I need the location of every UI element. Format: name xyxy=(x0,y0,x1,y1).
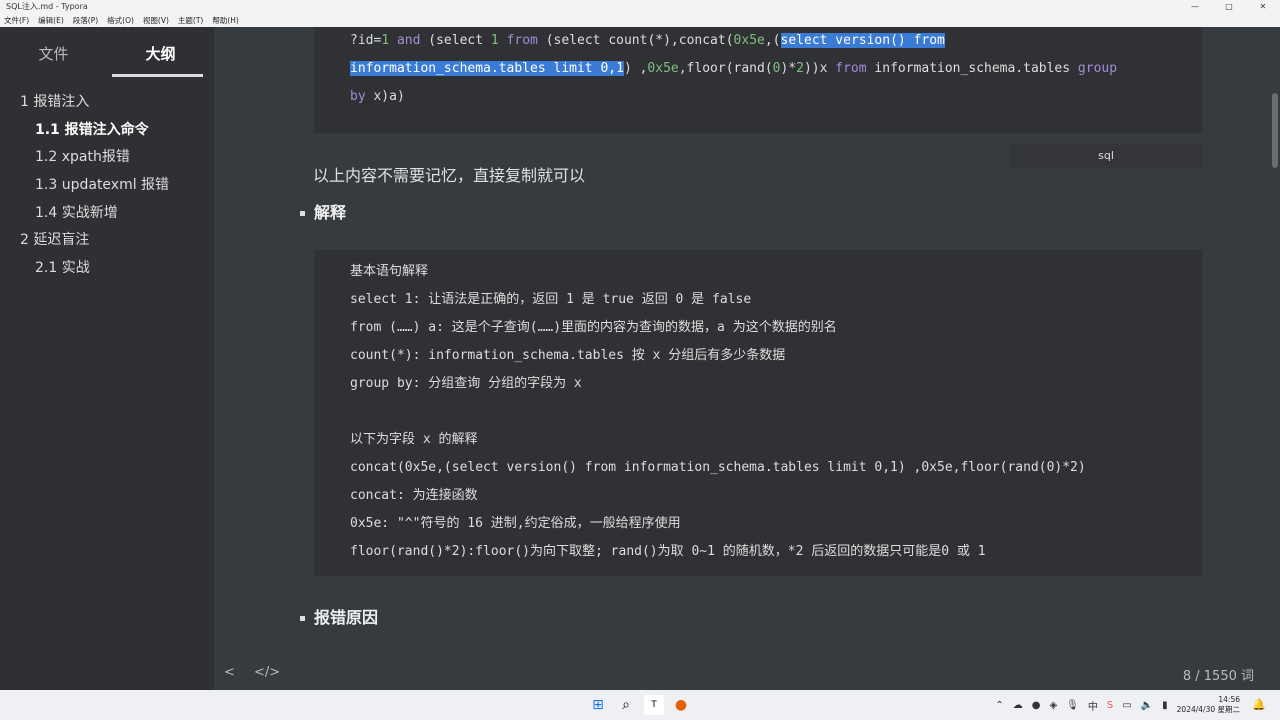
selected-text: information_schema.tables limit 0,1 xyxy=(350,61,624,76)
windows-start-icon[interactable]: ⊞ xyxy=(588,695,608,715)
code-token: information_schema.tables xyxy=(866,61,1078,76)
outline-item[interactable]: 1.4 实战新增 xyxy=(0,200,214,228)
word-count[interactable]: 8 / 1550 词 xyxy=(1183,665,1254,684)
menu-format[interactable]: 格式(O) xyxy=(107,15,134,26)
code-token: ,( xyxy=(764,33,781,48)
paragraph: 以上内容不需要记忆，直接复制就可以 xyxy=(313,166,586,185)
firefox-icon[interactable]: ● xyxy=(671,695,691,715)
code-token: 1 xyxy=(490,33,499,48)
code-line: ?id=1 and (select 1 from (select count(*… xyxy=(350,27,1202,55)
code-token: ))x xyxy=(803,61,836,76)
outline-item[interactable]: 2 延迟盲注 xyxy=(0,227,214,255)
code-block-explanation[interactable]: 基本语句解释 select 1: 让语法是正确的，返回 1 是 true 返回 0… xyxy=(314,250,1202,576)
code-line: 0x5e: "^"符号的 16 进制,约定俗成，一般给程序使用 xyxy=(350,516,681,531)
date: 2024/4/30 星期二 xyxy=(1176,705,1240,714)
outline-item[interactable]: 1.1 报错注入命令 xyxy=(0,117,214,145)
code-block-sql[interactable]: ?id=1 and (select 1 from (select count(*… xyxy=(314,27,1202,133)
heading-explanation: 解释 xyxy=(300,199,346,223)
outline-item[interactable]: 2.1 实战 xyxy=(0,255,214,283)
outline-item[interactable]: 1.2 xpath报错 xyxy=(0,144,214,172)
code-token: ,floor(rand( xyxy=(678,61,773,76)
input-method-icon[interactable]: 中 xyxy=(1088,698,1098,713)
system-tray: ⌃ ☁ ● ◈ 🎙 中 S ▭ 🔈 ▮ 14:56 2024/4/30 星期二 xyxy=(995,690,1240,720)
volume-icon[interactable]: 🔈 xyxy=(1141,700,1153,711)
code-token: group xyxy=(1077,61,1118,76)
menu-edit[interactable]: 编辑(E) xyxy=(38,15,64,26)
code-line: select 1: 让语法是正确的，返回 1 是 true 返回 0 是 fal… xyxy=(350,292,752,307)
code-token: 0x5e xyxy=(647,61,679,76)
code-line: group by: 分组查询 分组的字段为 x xyxy=(350,376,582,391)
code-language-label[interactable]: sql xyxy=(1010,144,1202,168)
code-token: from xyxy=(835,61,867,76)
code-line: concat: 为连接函数 xyxy=(350,488,478,503)
search-icon[interactable]: ⌕ xyxy=(616,695,636,715)
source-mode-button[interactable]: </> xyxy=(254,665,280,680)
sogou-icon[interactable]: S xyxy=(1107,700,1113,711)
code-line: 基本语句解释 xyxy=(350,264,429,279)
shield-icon[interactable]: ◈ xyxy=(1049,700,1057,711)
heading-error-reason: 报错原因 xyxy=(300,604,378,628)
menu-theme[interactable]: 主题(T) xyxy=(178,15,203,26)
chevron-up-icon[interactable]: ⌃ xyxy=(995,700,1003,711)
code-token: 2 xyxy=(796,61,804,76)
outline-item[interactable]: 1 报错注入 xyxy=(0,89,214,117)
menu-file[interactable]: 文件(F) xyxy=(4,15,29,26)
window-title: SQL注入.md - Typora xyxy=(6,2,88,11)
code-line: information_schema.tables limit 0,1) ,0x… xyxy=(350,55,1202,83)
title-bar: SQL注入.md - Typora — □ ✕ xyxy=(0,0,1280,13)
time: 14:56 xyxy=(1218,695,1240,704)
tab-files[interactable]: 文件 xyxy=(0,27,107,75)
code-token: from xyxy=(506,33,538,48)
battery-icon[interactable]: ▮ xyxy=(1162,700,1168,711)
code-token: 0x5e xyxy=(733,33,765,48)
cloud-icon[interactable]: ☁ xyxy=(1013,700,1023,711)
code-line: count(*): information_schema.tables 按 x … xyxy=(350,348,786,363)
taskbar: ⊞ ⌕ T ● ⌃ ☁ ● ◈ 🎙 中 S ▭ 🔈 ▮ 14:56 2024/4/… xyxy=(0,690,1280,720)
close-button[interactable]: ✕ xyxy=(1246,0,1280,13)
code-token: ) , xyxy=(623,61,648,76)
status-bar: < </> 8 / 1550 词 xyxy=(214,658,1280,690)
bullet-icon xyxy=(300,211,305,216)
maximize-button[interactable]: □ xyxy=(1212,0,1246,13)
microphone-icon[interactable]: 🎙 xyxy=(1066,700,1079,711)
code-token: x)a) xyxy=(365,89,405,104)
code-token: by xyxy=(350,89,366,104)
code-token: 1 xyxy=(381,33,390,48)
notification-bell-icon[interactable]: 🔔 xyxy=(1252,698,1266,711)
code-token: (select count(*),concat( xyxy=(537,33,734,48)
qq-icon[interactable]: ● xyxy=(1032,700,1041,711)
menu-paragraph[interactable]: 段落(P) xyxy=(73,15,98,26)
menu-bar: 文件(F) 编辑(E) 段落(P) 格式(O) 视图(V) 主题(T) 帮助(H… xyxy=(0,13,1280,27)
sidebar: 文件 大纲 1 报错注入 1.1 报错注入命令 1.2 xpath报错 1.3 upd… xyxy=(0,27,214,690)
editor[interactable]: ?id=1 and (select 1 from (select count(*… xyxy=(214,27,1280,690)
scrollbar[interactable] xyxy=(1272,93,1278,168)
code-token: and xyxy=(396,33,421,48)
heading-text: 解释 xyxy=(314,203,347,222)
menu-help[interactable]: 帮助(H) xyxy=(212,15,239,26)
menu-view[interactable]: 视图(V) xyxy=(143,15,169,26)
code-line: concat(0x5e,(select version() from infor… xyxy=(350,460,1086,475)
clock[interactable]: 14:56 2024/4/30 星期二 xyxy=(1177,695,1240,715)
bullet-icon xyxy=(300,616,305,621)
code-token: ?id= xyxy=(350,33,382,48)
code-line: 以下为字段 x 的解释 xyxy=(350,432,478,447)
network-icon[interactable]: ▭ xyxy=(1122,700,1131,711)
outline-list: 1 报错注入 1.1 报错注入命令 1.2 xpath报错 1.3 updatexml… xyxy=(0,89,214,283)
code-line: by x)a) xyxy=(350,83,1202,111)
minimize-button[interactable]: — xyxy=(1178,0,1212,13)
outline-item[interactable]: 1.3 updatexml 报错 xyxy=(0,172,214,200)
code-token: (select xyxy=(420,33,491,48)
code-line: from (……) a: 这是个子查询(……)里面的内容为查询的数据，a 为这个… xyxy=(350,320,837,335)
heading-text: 报错原因 xyxy=(314,608,379,627)
tab-outline[interactable]: 大纲 xyxy=(107,27,214,77)
code-token: )* xyxy=(780,61,797,76)
selected-text: select version() from xyxy=(780,33,945,48)
typora-app-icon[interactable]: T xyxy=(644,695,664,715)
toggle-sidebar-button[interactable]: < xyxy=(224,665,235,680)
code-line: floor(rand()*2):floor()为向下取整; rand()为取 0… xyxy=(350,544,986,559)
